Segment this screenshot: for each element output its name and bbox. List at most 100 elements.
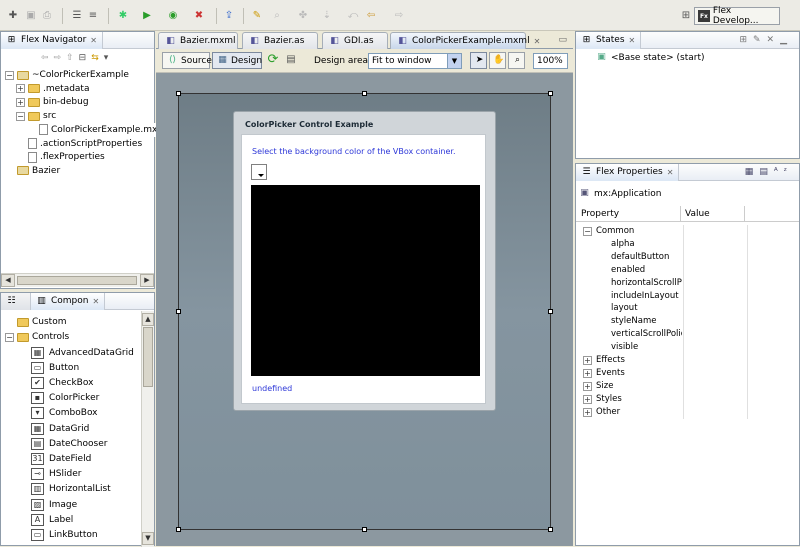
tab-bazier-mxml[interactable]: ◧ Bazier.mxml <box>158 32 238 49</box>
component-item[interactable]: ▨ Image <box>31 497 77 512</box>
tab-outline[interactable]: ☷ <box>1 292 31 310</box>
build-icon[interactable]: ✎ <box>250 9 264 23</box>
tab-flex-properties[interactable]: ☰ Flex Properties ✕ <box>576 163 680 181</box>
expander-icon[interactable]: − <box>5 70 14 80</box>
scroll-down-icon[interactable]: ▼ <box>142 532 154 545</box>
run-icon[interactable]: ▶ <box>140 9 154 23</box>
standard-view-icon[interactable]: ▦ <box>745 167 760 177</box>
zoom-input[interactable]: 100% <box>533 53 568 69</box>
tab-bazier-as[interactable]: ◧ Bazier.as <box>242 32 318 49</box>
next-annotation-icon[interactable]: ⇣ <box>320 9 334 23</box>
scroll-right-icon[interactable]: ▶ <box>140 274 154 287</box>
property-row[interactable]: + Other <box>578 405 800 419</box>
expander-icon[interactable]: + <box>583 356 592 365</box>
component-item[interactable]: ⊸ HSlider <box>31 467 81 482</box>
design-mode-button[interactable]: ▦ Design <box>212 52 262 69</box>
collapse-all-icon[interactable]: ⊟ <box>79 53 92 63</box>
resize-handle[interactable] <box>176 91 181 96</box>
navigator-item[interactable]: Bazier <box>5 164 60 178</box>
value-column-header[interactable]: Value <box>685 209 710 219</box>
tab-components[interactable]: ▥ Compon ✕ <box>31 292 106 310</box>
tab-colorpickerexample-mxml[interactable]: ◧ ColorPickerExample.mxml ✕ <box>390 32 540 49</box>
tab-states[interactable]: ⊞ States ✕ <box>576 31 642 49</box>
component-folder[interactable]: − Controls <box>5 330 69 344</box>
zoom-mode-button[interactable]: ⌕ <box>508 52 525 69</box>
nav-back-icon[interactable]: ⇦ <box>364 9 378 23</box>
property-row[interactable]: enabled <box>578 263 800 277</box>
property-row[interactable]: + Size <box>578 379 800 393</box>
select-mode-button[interactable]: ➤ <box>470 52 487 69</box>
maximize-icon[interactable]: ▭ <box>558 35 567 45</box>
open-perspective-icon[interactable]: ⊞ <box>679 9 693 23</box>
close-icon[interactable]: ✕ <box>667 168 674 177</box>
resize-handle[interactable] <box>548 91 553 96</box>
profile-icon[interactable]: ◉ <box>166 9 180 23</box>
refresh-icon[interactable]: ⟳ <box>266 53 280 67</box>
property-row[interactable]: alpha <box>578 237 800 251</box>
minimize-icon[interactable]: ▁ <box>780 35 793 45</box>
edit-state-icon[interactable]: ✎ <box>753 35 767 45</box>
expander-icon[interactable]: − <box>16 111 25 121</box>
property-row[interactable]: + Events <box>578 366 800 380</box>
property-row[interactable]: layout <box>578 302 800 316</box>
external-tools-icon[interactable]: ✖ <box>192 9 206 23</box>
scroll-thumb[interactable] <box>17 276 137 285</box>
resize-handle[interactable] <box>548 527 553 532</box>
expander-icon[interactable]: + <box>16 97 25 107</box>
chevron-down-icon[interactable]: ▼ <box>447 54 461 68</box>
navigator-item[interactable]: .flexProperties <box>16 150 105 164</box>
component-item[interactable]: ▤ DateChooser <box>31 436 107 451</box>
preview-icon[interactable]: ▤ <box>284 53 298 67</box>
navigator-item[interactable]: − src <box>16 109 56 123</box>
navigator-item[interactable]: + bin-debug <box>16 95 89 109</box>
navigator-item[interactable]: ColorPickerExample.mxml <box>27 122 169 137</box>
expander-icon[interactable]: + <box>583 368 592 378</box>
back-icon[interactable]: ⇦ <box>41 53 54 63</box>
property-row[interactable]: + Effects <box>578 354 800 367</box>
design-area-select[interactable]: Fit to window ▼ <box>368 53 462 69</box>
search-icon[interactable]: ⌕ <box>270 9 284 23</box>
resize-handle[interactable] <box>176 527 181 532</box>
colorpicker-control[interactable] <box>251 164 267 180</box>
expander-icon[interactable]: + <box>583 394 592 404</box>
expander-icon[interactable] <box>5 317 14 327</box>
expander-icon[interactable]: + <box>583 407 592 417</box>
component-item[interactable]: ✔ CheckBox <box>31 375 93 390</box>
new-icon[interactable]: ✚ <box>6 9 20 23</box>
property-row[interactable]: + Styles <box>578 392 800 406</box>
resize-handle[interactable] <box>176 309 181 314</box>
expander-icon[interactable]: − <box>5 332 14 342</box>
component-item[interactable]: 31 DateField <box>31 451 91 466</box>
perspective-button[interactable]: Fx Flex Develop... <box>694 6 780 26</box>
close-icon[interactable]: ✕ <box>92 297 99 306</box>
close-icon[interactable]: ✕ <box>534 37 541 46</box>
resize-handle[interactable] <box>548 309 553 314</box>
forward-icon[interactable]: ⇨ <box>54 53 67 63</box>
tab-flex-navigator[interactable]: ⊞ Flex Navigator ✕ <box>1 31 103 49</box>
component-item[interactable]: A Label <box>31 512 73 527</box>
component-folder[interactable]: Custom <box>5 315 66 329</box>
outline-icon[interactable]: ☰ <box>70 9 84 23</box>
component-item[interactable]: ▭ LinkButton <box>31 527 98 542</box>
format-icon[interactable]: ≡ <box>86 9 100 23</box>
resize-handle[interactable] <box>362 91 367 96</box>
delete-state-icon[interactable]: ✕ <box>767 35 781 45</box>
property-row[interactable]: includeInLayout <box>578 289 800 303</box>
navigator-item[interactable]: + .metadata <box>16 82 89 96</box>
source-mode-button[interactable]: ⟨⟩ Source <box>162 52 212 69</box>
scroll-thumb[interactable] <box>143 327 153 387</box>
state-item[interactable]: ▣ <Base state> (start) <box>596 52 704 63</box>
component-item[interactable]: ▦ AdvancedDataGrid <box>31 345 134 360</box>
components-vscrollbar[interactable]: ▲ ▼ <box>141 311 154 547</box>
component-item[interactable]: ▦ DataGrid <box>31 421 89 436</box>
print-icon[interactable]: ⎙ <box>40 9 54 23</box>
up-icon[interactable]: ⇧ <box>66 53 79 63</box>
category-view-icon[interactable]: ▤ <box>759 167 774 177</box>
component-item[interactable]: ▪ ColorPicker <box>31 391 99 406</box>
navigator-item[interactable]: − ~ColorPickerExample <box>5 68 129 82</box>
scroll-up-icon[interactable]: ▲ <box>142 313 154 326</box>
pan-mode-button[interactable]: ✋ <box>489 52 506 69</box>
link-editor-icon[interactable]: ⇆ <box>91 53 104 63</box>
expander-icon[interactable]: − <box>583 227 592 236</box>
property-row[interactable]: horizontalScrollPol <box>578 276 800 290</box>
